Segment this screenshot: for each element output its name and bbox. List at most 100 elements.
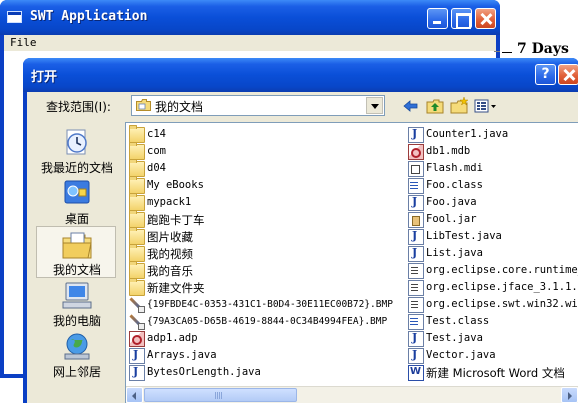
folder-icon xyxy=(129,278,145,296)
java-file-icon xyxy=(408,348,424,364)
java-file-icon xyxy=(408,127,424,143)
view-menu-icon[interactable] xyxy=(474,97,498,115)
scroll-right-button[interactable] xyxy=(561,387,578,403)
folder-icon xyxy=(129,159,145,177)
scroll-left-button[interactable] xyxy=(126,387,143,403)
file-name: BytesOrLength.java xyxy=(147,366,261,378)
place-recent-documents[interactable]: 我最近的文档 xyxy=(36,124,116,176)
folder-icon xyxy=(129,210,145,228)
config-file-icon xyxy=(408,263,424,279)
new-folder-icon[interactable] xyxy=(449,97,469,115)
dialog-close-button[interactable] xyxy=(558,64,578,85)
look-in-combobox[interactable]: 我的文档 xyxy=(131,95,385,116)
days-text: 7 Days xyxy=(517,41,569,57)
close-icon xyxy=(559,65,578,84)
folder-icon xyxy=(129,261,145,279)
file-name: 新建 Microsoft Word 文档 xyxy=(426,366,565,380)
my-computer-icon xyxy=(62,282,92,309)
java-file-icon xyxy=(408,195,424,211)
word-document-icon xyxy=(408,365,424,381)
access-file-icon xyxy=(129,331,145,347)
file-name: Fool.jar xyxy=(426,213,477,225)
place-my-computer[interactable]: 我的电脑 xyxy=(36,277,116,329)
file-name: org.eclipse.jface_3.1.1.j xyxy=(426,281,578,293)
java-file-icon xyxy=(408,331,424,347)
file-name: org.eclipse.swt.win32.wir xyxy=(426,298,578,310)
class-file-icon xyxy=(408,314,424,330)
file-name: 图片收藏 xyxy=(147,230,193,244)
file-name: mypack1 xyxy=(147,196,192,208)
file-name: Test.class xyxy=(426,315,490,327)
desktop-icon xyxy=(64,180,90,204)
file-name: 跑跑卡丁车 xyxy=(147,213,205,227)
file-name: org.eclipse.core.runtime_ xyxy=(426,264,578,276)
back-arrow-icon[interactable] xyxy=(401,97,421,115)
recent-documents-icon xyxy=(66,129,87,155)
folder-icon xyxy=(129,244,145,262)
menu-file[interactable]: File xyxy=(10,36,37,49)
my-documents-icon xyxy=(62,232,92,259)
place-label: 桌面 xyxy=(64,212,89,226)
dialog-title: 打开 xyxy=(31,70,58,85)
file-name: LibTest.java xyxy=(426,230,502,242)
file-name: db1.mdb xyxy=(426,145,471,157)
file-name: adp1.adp xyxy=(147,332,198,344)
dialog-body: 查找范围(I): 我的文档 我最近的文档 桌面 我的文档 我的电脑 网上邻居 c… xyxy=(27,92,578,403)
bitmap-file-icon xyxy=(129,297,145,313)
menu-bar: File xyxy=(4,35,496,51)
window-app-icon[interactable] xyxy=(7,11,22,23)
minimize-button[interactable] xyxy=(427,8,448,29)
place-label: 我的文档 xyxy=(52,263,101,277)
place-my-documents[interactable]: 我的文档 xyxy=(36,226,116,278)
place-desktop[interactable]: 桌面 xyxy=(36,175,116,227)
file-name: {79A3CA05-D65B-4619-8844-0C34B4994FEA}.B… xyxy=(147,316,388,327)
config-file-icon xyxy=(408,297,424,313)
help-button[interactable]: ? xyxy=(535,64,556,85)
file-name: Arrays.java xyxy=(147,349,217,361)
place-label: 我最近的文档 xyxy=(40,161,113,175)
folder-icon xyxy=(129,193,145,211)
up-folder-icon[interactable] xyxy=(425,97,445,115)
dialog-title-bar[interactable]: 打开 ? xyxy=(23,58,578,92)
file-list-view[interactable]: c14 com d04 My eBooks mypack1 跑跑卡丁车 图片收藏… xyxy=(125,122,578,403)
file-name: c14 xyxy=(147,128,166,140)
mdi-file-icon xyxy=(408,161,424,177)
maximize-button[interactable] xyxy=(451,8,472,29)
access-file-icon xyxy=(408,144,424,160)
places-bar: 我最近的文档 桌面 我的文档 我的电脑 网上邻居 xyxy=(33,122,117,403)
file-name: Counter1.java xyxy=(426,128,509,140)
file-name: List.java xyxy=(426,247,483,259)
swt-title-bar[interactable]: SWT Application xyxy=(0,0,500,35)
swt-content-label: 7 Days xyxy=(500,40,578,60)
file-name: 我的音乐 xyxy=(147,264,193,278)
folder-icon xyxy=(129,142,145,160)
file-name: Vector.java xyxy=(426,349,496,361)
file-name: 新建文件夹 xyxy=(147,281,205,295)
class-file-icon xyxy=(408,178,424,194)
close-icon xyxy=(476,9,495,28)
folder-icon xyxy=(129,176,145,194)
java-file-icon xyxy=(129,348,145,364)
my-documents-folder-icon xyxy=(136,99,151,111)
file-name: {19FBDE4C-0353-431C1-B0D4-30E11EC00B72}.… xyxy=(147,299,393,310)
open-file-dialog: 打开 ? 查找范围(I): 我的文档 我最近的文档 桌面 我的文档 我的电脑 网… xyxy=(23,58,578,403)
file-name: My eBooks xyxy=(147,179,204,191)
horizontal-scrollbar[interactable] xyxy=(126,386,578,403)
close-button[interactable] xyxy=(475,8,496,29)
file-name: 我的视频 xyxy=(147,247,193,261)
file-name: Foo.class xyxy=(426,179,483,191)
help-icon: ? xyxy=(541,66,550,82)
place-network[interactable]: 网上邻居 xyxy=(36,328,116,380)
file-name: Flash.mdi xyxy=(426,162,483,174)
chevron-down-icon[interactable] xyxy=(366,97,383,114)
dash-mark xyxy=(502,52,512,53)
place-label: 我的电脑 xyxy=(52,314,101,328)
scrollbar-thumb[interactable] xyxy=(144,388,297,402)
file-name: Test.java xyxy=(426,332,483,344)
folder-icon xyxy=(129,227,145,245)
java-file-icon xyxy=(129,365,145,381)
config-file-icon xyxy=(408,280,424,296)
place-label: 网上邻居 xyxy=(52,365,101,379)
look-in-value: 我的文档 xyxy=(155,100,204,114)
java-file-icon xyxy=(408,229,424,245)
